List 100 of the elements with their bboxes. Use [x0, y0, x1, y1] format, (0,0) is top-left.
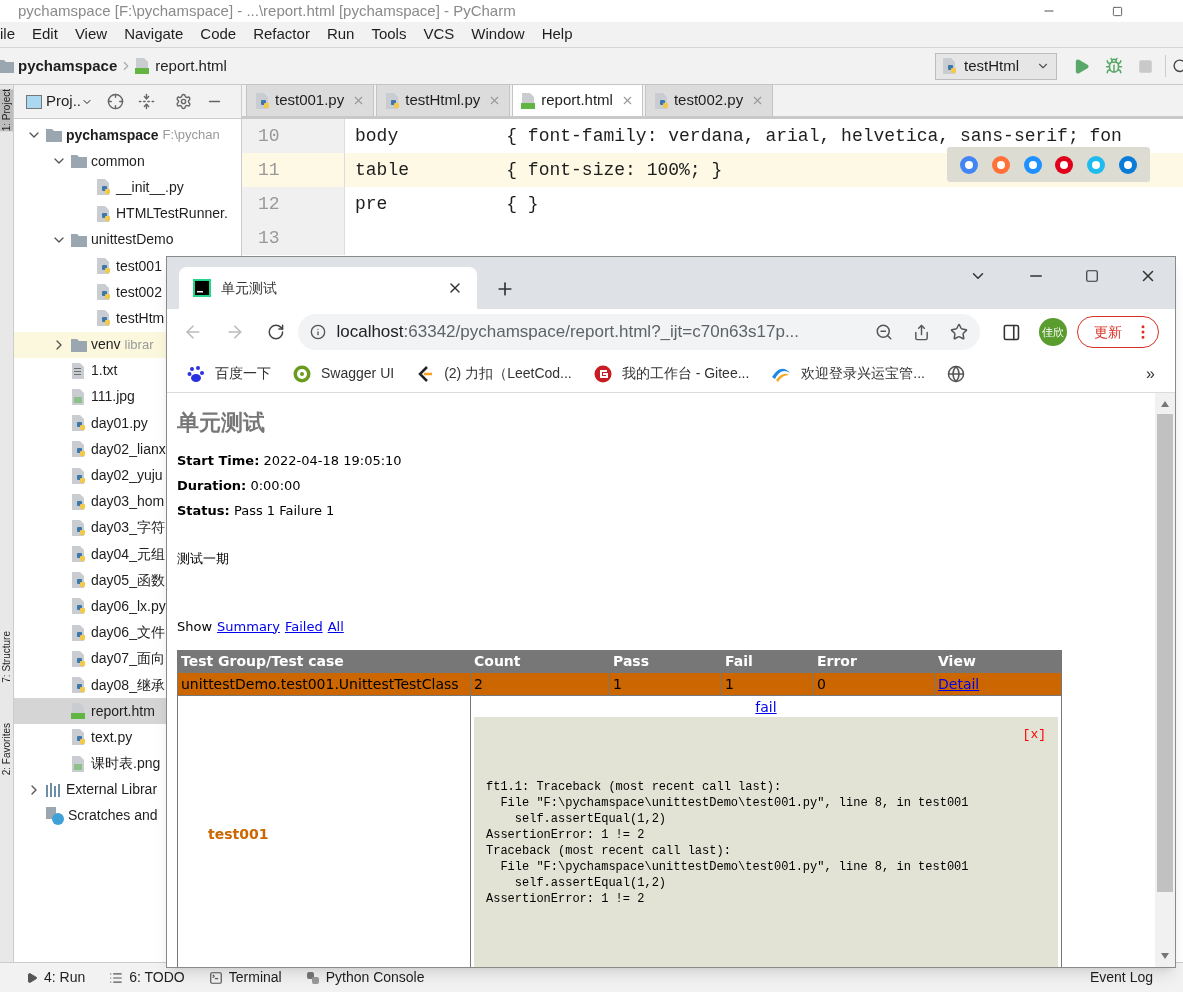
menu-item[interactable]: Refactor — [253, 23, 310, 46]
tree-item[interactable]: testHtm — [76, 305, 165, 332]
reload-icon[interactable] — [266, 323, 285, 341]
python-file-icon — [71, 467, 87, 484]
editor-tab[interactable]: report.html — [512, 84, 643, 116]
settings-icon[interactable] — [175, 93, 192, 110]
tree-item[interactable]: common — [51, 148, 145, 175]
menu-item[interactable]: Code — [200, 23, 237, 46]
side-panel-icon[interactable] — [1002, 322, 1021, 342]
bookmark[interactable]: 百度一下 — [187, 363, 271, 384]
tree-item[interactable]: External Librar — [26, 776, 158, 803]
tree-item[interactable]: day02_lianx — [51, 436, 166, 463]
browser-icon[interactable] — [958, 154, 979, 175]
python-file-icon — [653, 92, 670, 109]
menu-item[interactable]: Run — [326, 23, 355, 46]
breadcrumb-item[interactable]: pychamspace — [0, 54, 118, 78]
more-bookmarks[interactable]: » — [1146, 361, 1155, 386]
tree-item[interactable]: 课时表.png — [51, 750, 161, 777]
share-icon[interactable] — [913, 323, 931, 341]
bookmark[interactable]: 欢迎登录兴运宝管... — [771, 363, 925, 384]
fail-link[interactable]: fail — [755, 699, 777, 715]
table-cell: 1 — [609, 672, 722, 696]
tree-item[interactable]: day03_hom — [51, 488, 165, 515]
browser-icon[interactable] — [990, 154, 1011, 175]
browser-tab[interactable]: 单元测试 — [179, 267, 477, 309]
tree-item[interactable]: __init__.py — [76, 174, 184, 201]
menu-item[interactable]: ile — [0, 23, 15, 46]
browser-icon[interactable] — [1022, 154, 1043, 175]
tree-item[interactable]: test002 — [76, 279, 162, 306]
tool-window-button[interactable]: 6: TODO — [109, 967, 185, 988]
browser-icon[interactable] — [1054, 154, 1075, 175]
python-file-icon — [96, 179, 112, 196]
tree-item[interactable]: day08_继承 — [51, 671, 165, 699]
tool-window-tab[interactable]: 2: Favorites — [0, 722, 13, 776]
tool-window-tab[interactable]: 7: Structure — [0, 631, 13, 683]
tree-item[interactable]: HTMLTestRunner. — [76, 200, 228, 227]
menu-item[interactable]: Edit — [32, 23, 58, 46]
column-header: Count — [470, 650, 610, 673]
python-file-icon — [96, 310, 112, 327]
maximize-icon[interactable] — [1112, 5, 1123, 17]
menu-item[interactable]: Tools — [371, 23, 407, 46]
tree-item[interactable]: day03_字符 — [51, 514, 165, 541]
info-icon[interactable] — [310, 324, 327, 340]
run-config-dropdown[interactable]: testHtml — [935, 52, 1057, 80]
zoom-out-icon[interactable] — [875, 323, 894, 341]
star-icon[interactable] — [950, 323, 969, 341]
tree-item[interactable]: 111.jpg — [51, 383, 135, 411]
tree-item[interactable]: text.py — [51, 724, 133, 751]
tree-item[interactable]: day06_lx.py — [51, 593, 166, 620]
tree-item[interactable]: day04_元组 — [51, 541, 165, 568]
collapse-all-icon[interactable] — [138, 93, 155, 110]
menu-item[interactable]: Window — [471, 23, 525, 46]
tree-item[interactable]: test001 — [76, 252, 162, 280]
tool-window-button[interactable]: Event Log — [1089, 967, 1153, 988]
python-file-icon — [255, 92, 271, 109]
bookmark[interactable]: 我的工作台 - Gitee... — [593, 363, 750, 384]
globe-icon[interactable] — [947, 364, 965, 383]
crosshair-icon[interactable] — [107, 93, 124, 110]
bug-icon[interactable] — [1105, 57, 1123, 75]
run-icon[interactable] — [1073, 57, 1090, 75]
menu-item[interactable]: Help — [541, 23, 573, 46]
browser-icon[interactable] — [1118, 154, 1139, 175]
tree-item[interactable]: unittestDemo — [51, 226, 174, 253]
tree-item[interactable]: 1.txt — [51, 357, 118, 384]
view-selector[interactable]: Proj.. — [26, 90, 93, 113]
folder-icon — [71, 154, 87, 169]
editor-tab[interactable]: test002.py — [644, 84, 774, 116]
tree-item[interactable]: pychamspace F:\pychan — [26, 122, 220, 149]
filter-link[interactable]: All — [327, 616, 344, 636]
scroll-down-icon[interactable] — [1161, 953, 1169, 959]
code-text: body { font-family: verdana, arial, helvetica, sans-serif; fon — [354, 124, 1122, 148]
tree-item[interactable]: day01.py — [51, 410, 148, 437]
maximize-icon[interactable] — [1085, 269, 1099, 283]
tool-window-button[interactable]: Terminal — [208, 967, 282, 988]
text-file-icon — [71, 362, 87, 379]
filter-link[interactable]: Failed — [284, 616, 323, 636]
menu-item[interactable]: Navigate — [124, 23, 184, 46]
scrollbar-thumb[interactable] — [1157, 414, 1173, 892]
editor-tab[interactable]: testHtml.py — [376, 84, 511, 116]
column-header: Fail — [721, 650, 814, 673]
editor-tab[interactable]: test001.py — [246, 84, 375, 116]
tree-item[interactable]: day06_文件 — [51, 619, 165, 646]
breadcrumb-item[interactable]: report.html — [135, 54, 227, 78]
tool-window-button[interactable]: 4: Run — [26, 967, 86, 988]
bookmark[interactable]: (2) 力扣（LeetCod... — [416, 363, 572, 384]
menu-item[interactable]: View — [74, 23, 108, 46]
tool-window-button[interactable]: Python Console — [305, 967, 425, 988]
filter-link[interactable]: Summary — [217, 616, 280, 636]
tree-item[interactable]: day07_面向 — [51, 645, 165, 672]
menu-item[interactable]: VCS — [423, 23, 455, 46]
bookmark[interactable]: Swagger UI — [293, 363, 395, 384]
scroll-up-icon[interactable] — [1161, 401, 1169, 407]
tree-item[interactable]: day05_函数 — [51, 567, 165, 594]
code-text: table { font-size: 100%; } — [354, 158, 723, 182]
python-file-icon — [71, 493, 87, 510]
tree-item[interactable]: Scratches and — [26, 802, 158, 830]
python-file-icon — [71, 572, 87, 589]
tool-window-tab[interactable]: 1: Project — [0, 89, 13, 132]
tree-item[interactable]: day02_yuju — [51, 462, 163, 489]
address-bar[interactable]: localhost:63342/pychamspace/report.html?_ijt=c70n63s17p... — [298, 314, 981, 350]
